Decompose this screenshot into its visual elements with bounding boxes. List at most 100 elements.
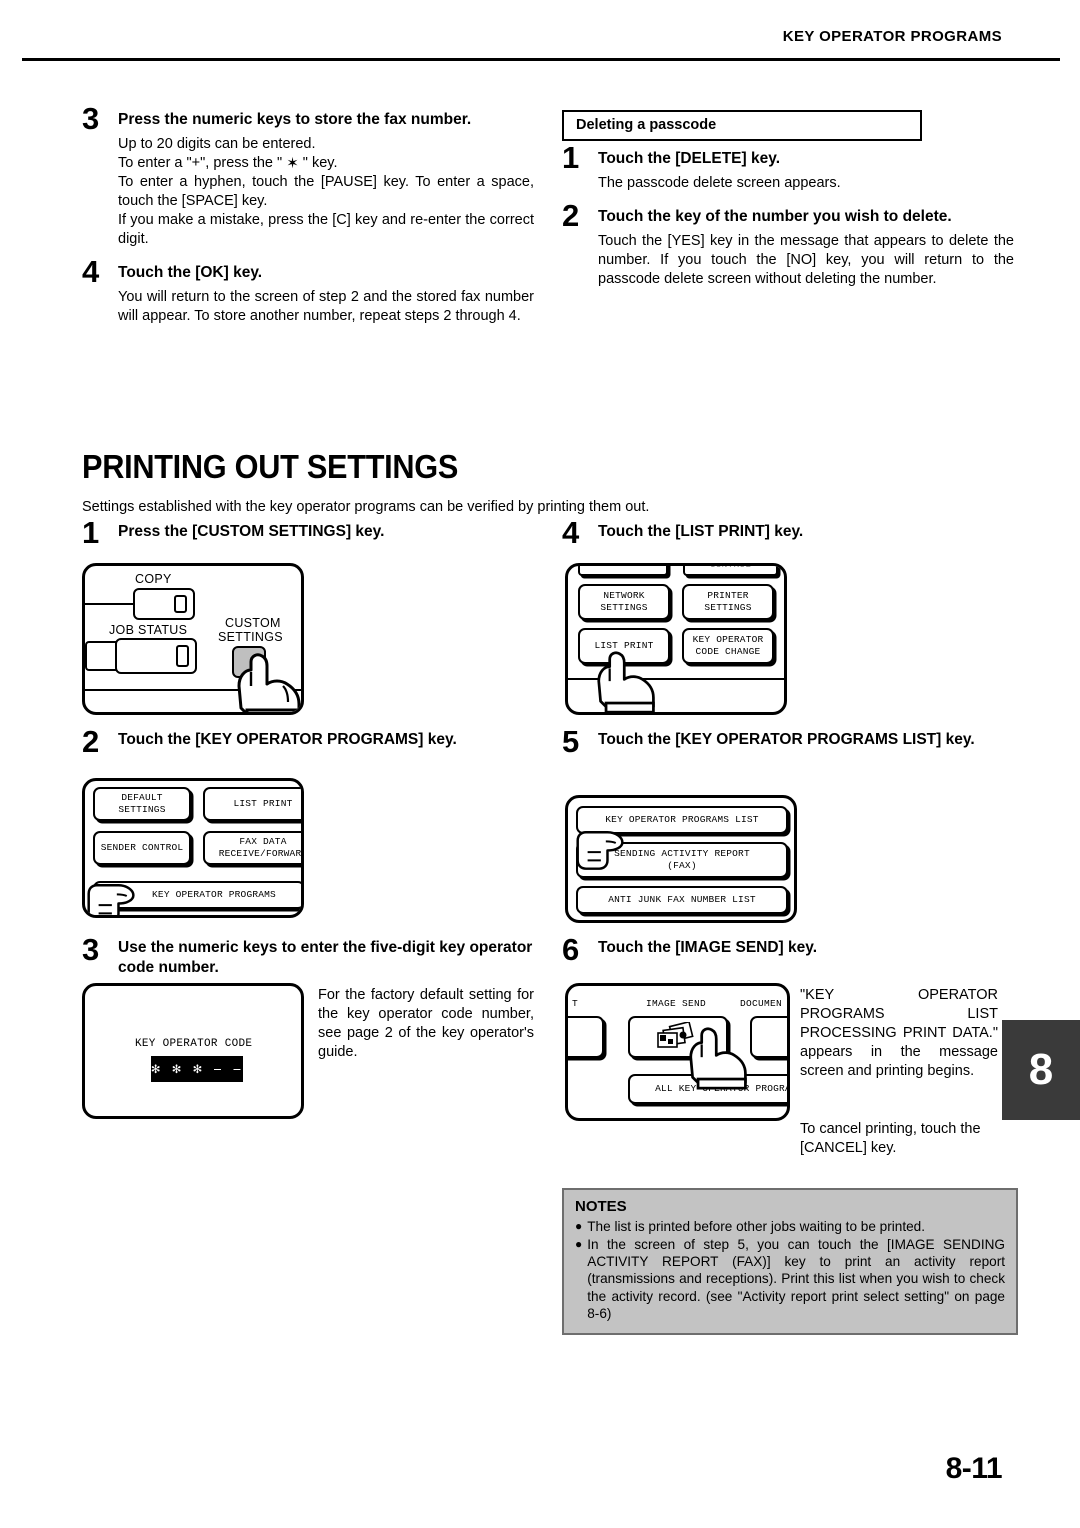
key-key-operator-programs-list[interactable]: KEY OPERATOR PROGRAMS LIST: [576, 806, 788, 834]
key-sending-activity-line2: (FAX): [667, 860, 697, 871]
key-key-operator-programs[interactable]: KEY OPERATOR PROGRAMS: [93, 881, 301, 909]
label-image-send: IMAGE SEND: [646, 998, 707, 1009]
step-4-touch-ok: 4 Touch the [OK] key. You will return to…: [82, 256, 534, 326]
key-list-print-label: LIST PRINT: [594, 640, 654, 652]
key-anti-junk-fax-number-list[interactable]: ANTI JUNK FAX NUMBER LIST: [576, 886, 788, 914]
section-intro: Settings established with the key operat…: [82, 499, 650, 515]
printing-step-3: 3 Use the numeric keys to enter the five…: [82, 934, 534, 978]
printing-step-4: 4 Touch the [LIST PRINT] key.: [562, 517, 1014, 548]
custom-settings-label-line2: SETTINGS: [218, 630, 283, 644]
key-left-partial[interactable]: [568, 1016, 604, 1058]
key-default-settings-line1: DEFAULT: [121, 792, 163, 804]
running-head: KEY OPERATOR PROGRAMS: [782, 28, 1002, 45]
key-all-key-operator-programs[interactable]: ALL KEY OPERATOR PROGRA: [628, 1074, 790, 1104]
key-code-change-line1: KEY OPERATOR: [692, 634, 764, 646]
printing-step-2: 2 Touch the [KEY OPERATOR PROGRAMS] key.: [82, 726, 534, 757]
printing-step-5: 5 Touch the [KEY OPERATOR PROGRAMS LIST]…: [562, 726, 1014, 757]
deleting-passcode-subhead: Deleting a passcode: [562, 110, 922, 141]
key-anti-junk-label: ANTI JUNK FAX NUMBER LIST: [608, 894, 756, 906]
notes-box: NOTES ● The list is printed before other…: [562, 1188, 1018, 1335]
key-sending-activity-report[interactable]: SENDING ACTIVITY REPORT (FAX): [576, 842, 788, 878]
job-status-key[interactable]: [115, 638, 197, 674]
step-number: 6: [562, 932, 580, 967]
copy-label: COPY: [135, 572, 172, 586]
key-all-label: ALL KEY OPERATOR PROGRA: [655, 1083, 790, 1095]
key-default-settings-line2: SETTINGS: [118, 804, 166, 815]
panel-image-send: T IMAGE SEND DOCUMEN ALL KEY OPERATOR PR…: [565, 983, 790, 1121]
note-text: In the screen of step 5, you can touch t…: [587, 1237, 1005, 1321]
step-number: 2: [82, 724, 100, 759]
step-number: 2: [562, 197, 580, 233]
step-title: Press the numeric keys to store the fax …: [118, 111, 472, 128]
key-operator-code-value: ✻ ✻ ✻ ⎯ ⎯: [151, 1056, 243, 1082]
key-network-settings-line2: SETTINGS: [600, 602, 648, 613]
step-title: Touch the [DELETE] key.: [598, 150, 780, 167]
key-fax-data-line2: RECEIVE/FORWARD: [218, 848, 304, 859]
key-key-operator-code-change[interactable]: KEY OPERATOR CODE CHANGE: [682, 628, 774, 664]
step-2-touch-number-key: 2 Touch the key of the number you wish t…: [562, 200, 1014, 289]
step-number: 4: [562, 515, 580, 550]
step-number: 5: [562, 724, 580, 759]
note-item: ● The list is printed before other jobs …: [575, 1218, 1005, 1235]
right-column-top: Deleting a passcode 1 Touch the [DELETE]…: [562, 110, 1014, 293]
image-send-icon: [657, 1022, 694, 1048]
printing-step-6: 6 Touch the [IMAGE SEND] key.: [562, 934, 1014, 965]
step-number: 1: [82, 515, 100, 550]
step-title: Touch the [KEY OPERATOR PROGRAMS LIST] k…: [598, 731, 975, 748]
page-number: 8-11: [945, 1452, 1003, 1485]
step-title: Press the [CUSTOM SETTINGS] key.: [118, 523, 385, 540]
key-code-change-line2: CODE CHANGE: [695, 646, 761, 657]
printing-step-3-body: For the factory default setting for the …: [318, 987, 534, 1060]
panel-key-operator-programs: DEFAULT SETTINGS LIST PRINT SENDER CONTR…: [82, 778, 304, 918]
partial-key-top-left[interactable]: [578, 566, 668, 576]
notes-title: NOTES: [575, 1198, 627, 1215]
key-sending-activity-line1: SENDING ACTIVITY REPORT: [614, 848, 750, 860]
copy-key[interactable]: [133, 588, 195, 620]
step-title: Touch the [KEY OPERATOR PROGRAMS] key.: [118, 731, 457, 748]
copy-connector-line: [85, 603, 137, 605]
job-status-key-led: [176, 645, 189, 667]
key-list-print[interactable]: LIST PRINT: [578, 628, 670, 664]
panel-programs-list: KEY OPERATOR PROGRAMS LIST SENDING ACTIV…: [565, 795, 797, 923]
step-body: You will return to the screen of step 2 …: [118, 289, 534, 325]
key-network-settings[interactable]: NETWORK SETTINGS: [578, 584, 670, 620]
key-fax-data-receive-forward[interactable]: FAX DATA RECEIVE/FORWARD: [203, 831, 304, 865]
panel-bottom-separator: [568, 678, 784, 680]
note-item: ● In the screen of step 5, you can touch…: [575, 1236, 1005, 1322]
key-list-print[interactable]: LIST PRINT: [203, 787, 301, 821]
printing-step-6-body2: To cancel printing, touch the [CANCEL] k…: [800, 1121, 981, 1156]
key-sender-control[interactable]: SENDER CONTROL: [93, 831, 191, 865]
key-right-partial[interactable]: [750, 1016, 787, 1058]
step-1-touch-delete: 1 Touch the [DELETE] key. The passcode d…: [562, 142, 1014, 193]
step-title: Touch the key of the number you wish to …: [598, 207, 952, 225]
step-number: 4: [82, 254, 100, 290]
line2-pre: To enter a "+", press the ": [118, 154, 287, 171]
line2-post: " key.: [298, 154, 338, 171]
step-3-store-fax-number: 3 Press the numeric keys to store the fa…: [82, 103, 534, 250]
panel-custom-settings: COPY JOB STATUS CUSTOM SETTINGS: [82, 563, 304, 715]
key-fax-data-line1: FAX DATA: [239, 836, 287, 848]
chapter-tab: 8: [1002, 1020, 1080, 1120]
step-body: Up to 20 digits can be entered. To enter…: [118, 135, 534, 250]
key-printer-settings[interactable]: PRINTER SETTINGS: [682, 584, 774, 620]
step-title: Use the numeric keys to enter the five-d…: [118, 939, 533, 976]
key-image-send[interactable]: [628, 1016, 728, 1058]
bullet-icon: ●: [575, 1219, 583, 1233]
printing-step-6-body: "KEY OPERATOR PROGRAMS LIST PROCESSING P…: [800, 987, 998, 1079]
key-programs-list-label: KEY OPERATOR PROGRAMS LIST: [605, 814, 759, 826]
note-text: The list is printed before other jobs wa…: [587, 1219, 926, 1234]
partial-key-top-right-label: CONTROL: [709, 563, 752, 571]
step-title: Touch the [LIST PRINT] key.: [598, 523, 804, 540]
key-default-settings[interactable]: DEFAULT SETTINGS: [93, 787, 191, 821]
key-key-operator-programs-label: KEY OPERATOR PROGRAMS: [152, 889, 276, 901]
key-printer-settings-line2: SETTINGS: [704, 602, 752, 613]
custom-settings-key[interactable]: [232, 646, 266, 678]
step-number: 1: [562, 140, 580, 175]
section-heading: PRINTING OUT SETTINGS: [82, 448, 459, 485]
bullet-icon: ●: [575, 1237, 583, 1252]
step-body: Touch the [YES] key in the message that …: [598, 232, 1014, 287]
step-body: The passcode delete screen appears.: [598, 174, 841, 191]
label-left-partial: T: [572, 998, 579, 1009]
asterisk-key-icon: ✶: [286, 153, 299, 172]
partial-key-top-right[interactable]: CONTROL: [683, 563, 778, 576]
